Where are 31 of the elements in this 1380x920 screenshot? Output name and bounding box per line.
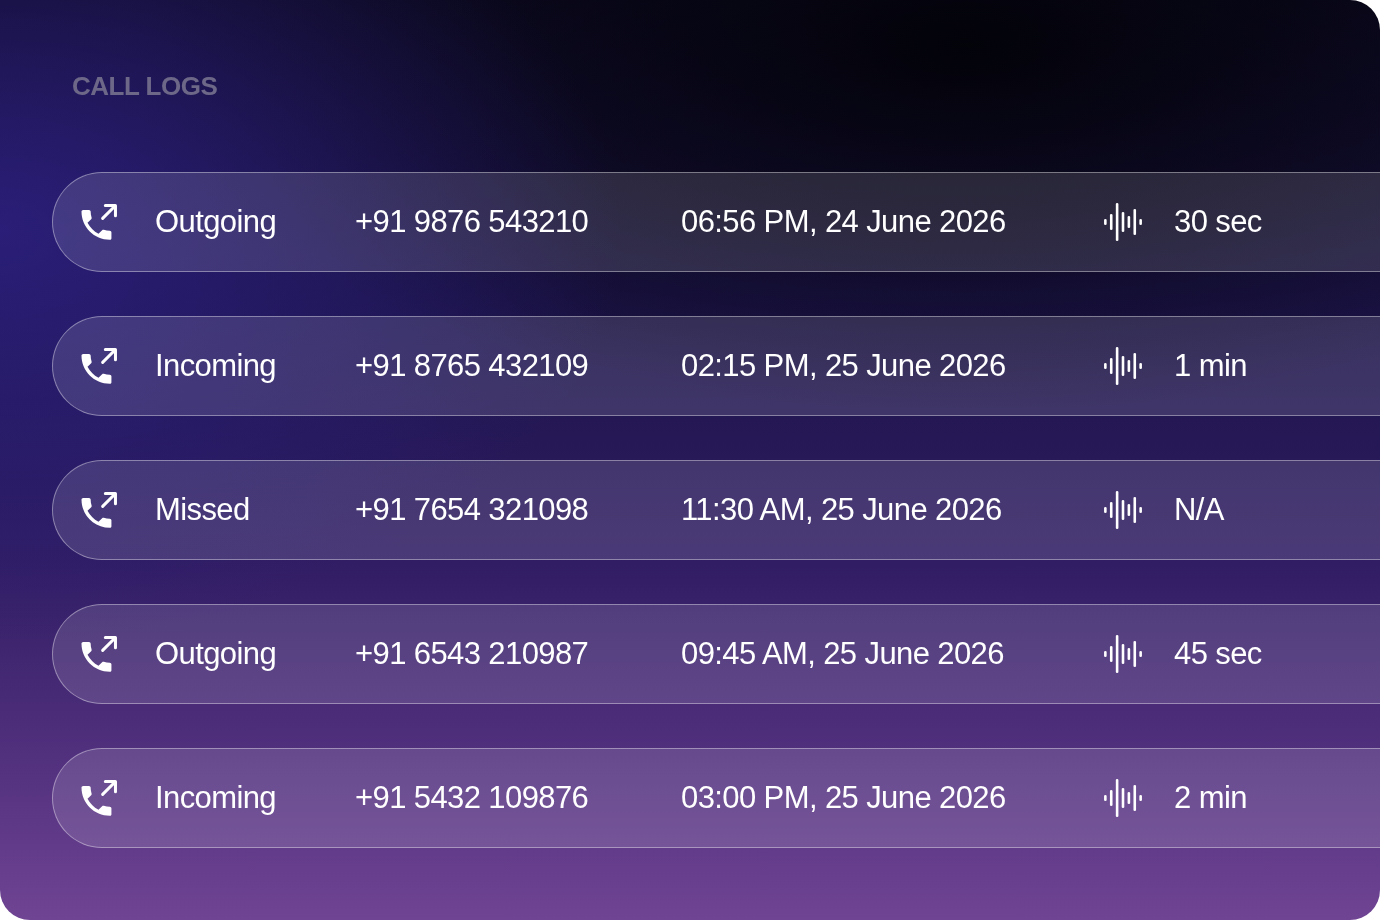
call-type: Incoming (155, 779, 277, 817)
waveform-icon (1103, 346, 1143, 386)
phone-arrow-icon (80, 203, 118, 241)
call-date-time: 11:30 AM, 25 June 2026 (681, 491, 1003, 529)
call-date-time: 02:15 PM, 25 June 2026 (681, 347, 1007, 385)
phone-number: +91 5432 109876 (355, 779, 590, 817)
call-date-time: 09:45 AM, 25 June 2026 (681, 635, 1005, 673)
waveform-icon (1103, 778, 1143, 818)
call-type: Incoming (155, 347, 277, 385)
phone-arrow-icon (80, 635, 118, 673)
call-duration: 30 sec (1174, 203, 1262, 241)
call-type: Outgoing (155, 203, 278, 241)
phone-number: +91 6543 210987 (355, 635, 590, 673)
waveform-icon (1103, 634, 1143, 674)
call-duration: N/A (1174, 491, 1224, 529)
phone-number: +91 8765 432109 (355, 347, 590, 385)
call-duration: 2 min (1174, 779, 1247, 817)
waveform-icon (1103, 202, 1143, 242)
waveform-icon (1103, 490, 1143, 530)
call-duration: 45 sec (1174, 635, 1262, 673)
call-date-time: 03:00 PM, 25 June 2026 (681, 779, 1007, 817)
call-duration: 1 min (1174, 347, 1247, 385)
call-date-time: 06:56 PM, 24 June 2026 (681, 203, 1007, 241)
call-type: Missed (155, 491, 251, 529)
phone-number: +91 9876 543210 (355, 203, 590, 241)
phone-arrow-icon (80, 779, 118, 817)
phone-arrow-icon (80, 491, 118, 529)
call-type: Outgoing (155, 635, 278, 673)
phone-number: +91 7654 321098 (355, 491, 590, 529)
section-title: CALL LOGS (72, 70, 218, 103)
phone-arrow-icon (80, 347, 118, 385)
